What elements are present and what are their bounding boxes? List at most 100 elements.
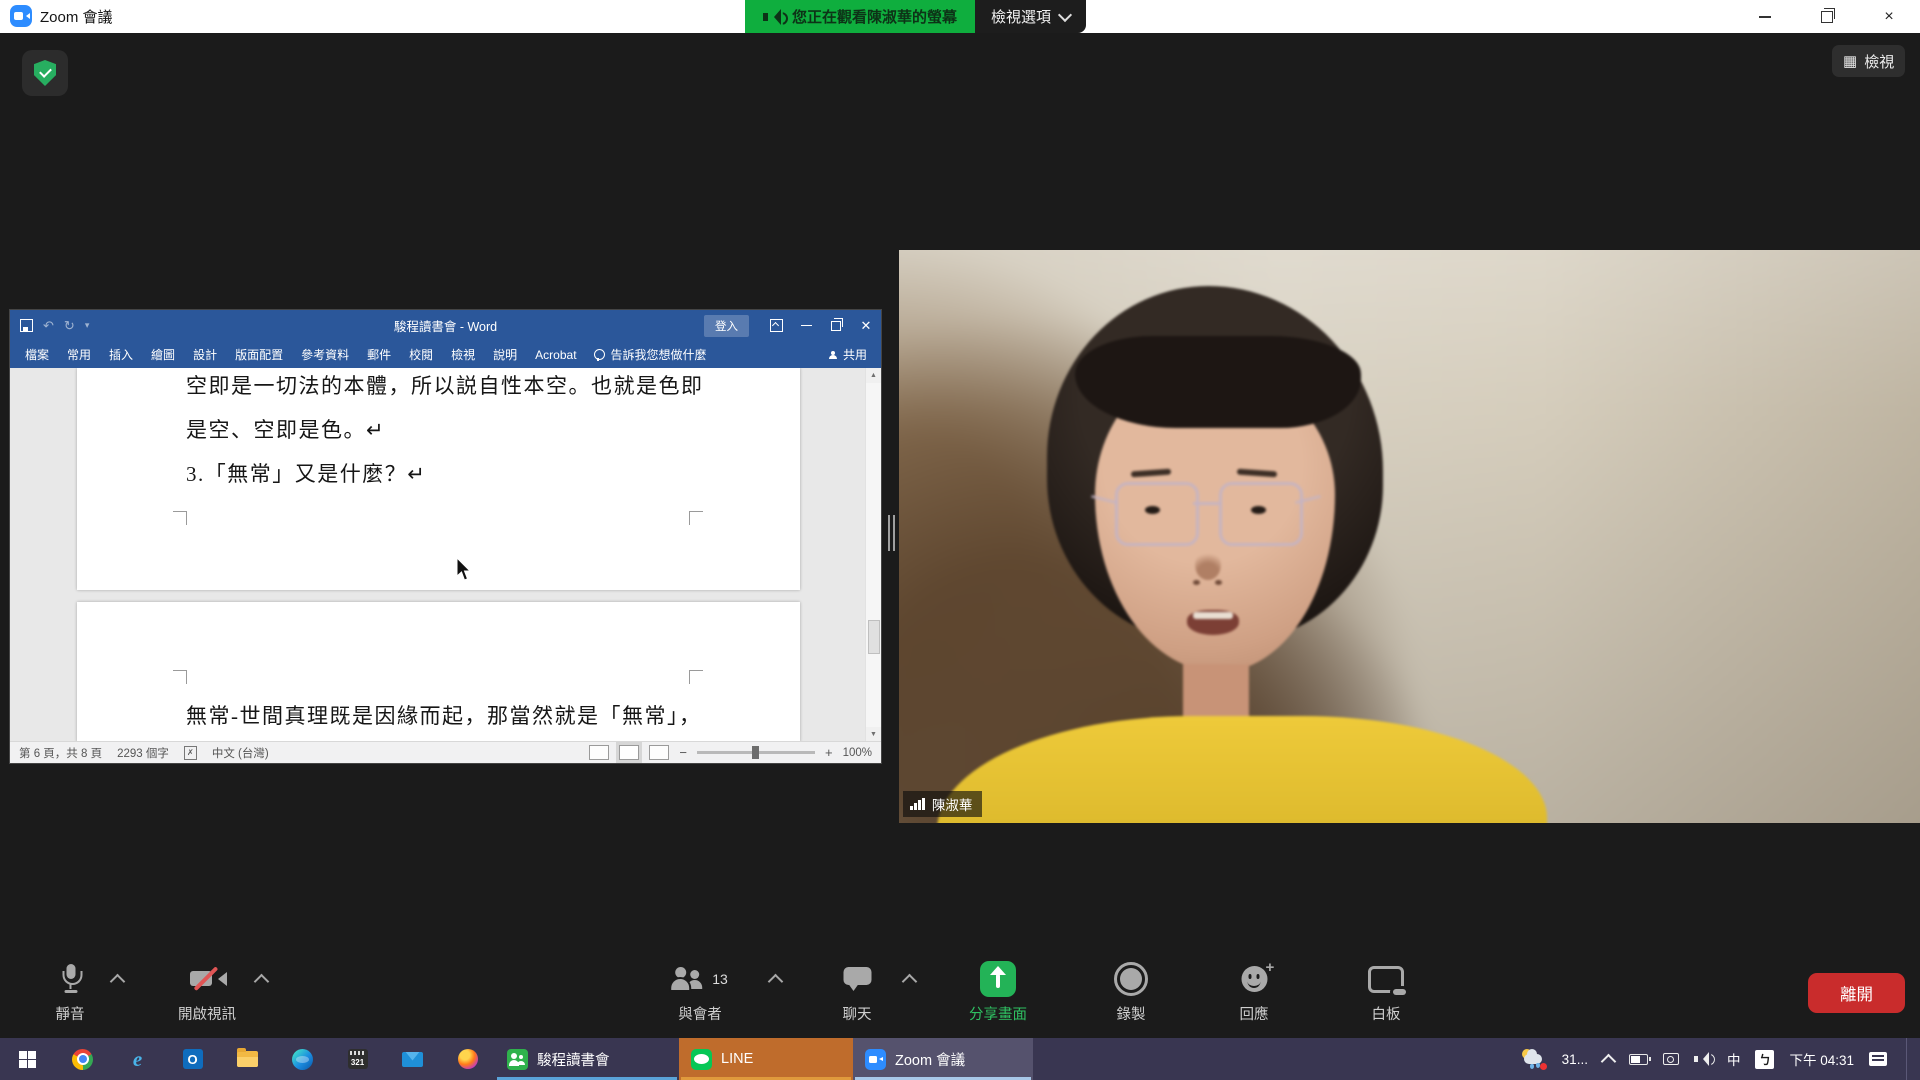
tab-home[interactable]: 常用: [58, 341, 100, 368]
taskbar-button-reading-group[interactable]: 駿程讀書會: [495, 1038, 679, 1080]
tab-file[interactable]: 檔案: [16, 341, 58, 368]
tab-references[interactable]: 參考資料: [292, 341, 358, 368]
read-mode-button[interactable]: [589, 745, 609, 760]
microphone-icon: [58, 964, 82, 994]
mute-button[interactable]: 靜音: [56, 962, 85, 1024]
mute-options-chevron[interactable]: [110, 974, 126, 990]
zoom-in-button[interactable]: +: [825, 745, 833, 760]
redo-icon[interactable]: ↻: [64, 318, 75, 334]
ribbon-display-icon: [770, 319, 783, 332]
taskbar-button-line[interactable]: LINE: [679, 1038, 853, 1080]
glasses-lens: [1219, 482, 1303, 546]
page-indicator[interactable]: 第 6 頁，共 8 頁: [19, 745, 102, 761]
zoom-level[interactable]: 100%: [843, 747, 872, 759]
tab-review[interactable]: 校閱: [400, 341, 442, 368]
video-options-chevron[interactable]: [254, 974, 270, 990]
taskbar-outlook[interactable]: O: [165, 1038, 220, 1080]
taskbar-paint3d[interactable]: [440, 1038, 495, 1080]
taskbar-file-explorer[interactable]: [220, 1038, 275, 1080]
scrollbar-thumb[interactable]: [868, 620, 880, 654]
zoom-out-button[interactable]: −: [679, 745, 687, 760]
print-layout-button[interactable]: [619, 745, 639, 760]
record-button[interactable]: 錄製: [1114, 962, 1148, 1024]
restore-button[interactable]: [1796, 0, 1858, 33]
glasses-lens: [1115, 482, 1199, 546]
word-minimize-icon: [801, 325, 812, 327]
tab-mailings[interactable]: 郵件: [358, 341, 400, 368]
ime-keyboard-indicator[interactable]: ㄅ: [1755, 1050, 1774, 1069]
language-indicator[interactable]: 中文 (台灣): [212, 745, 269, 761]
doc-line: 空即是一切法的本體，所以説自性本空。也就是色即: [186, 370, 704, 400]
person-icon: [829, 351, 837, 359]
word-close-button[interactable]: ✕: [851, 310, 881, 341]
minimize-button[interactable]: [1734, 0, 1796, 33]
word-minimize-button[interactable]: [791, 310, 821, 341]
participants-chevron[interactable]: [768, 974, 784, 990]
scroll-down-button[interactable]: ▼: [866, 727, 881, 742]
reactions-button[interactable]: + 回應: [1240, 962, 1269, 1024]
camera-in-use-icon[interactable]: [1663, 1053, 1679, 1065]
start-video-button[interactable]: 開啟視訊: [178, 962, 236, 1024]
taskbar-edge[interactable]: [275, 1038, 330, 1080]
mouth: [1187, 610, 1239, 635]
tell-me-box[interactable]: 告訴我您想做什麼: [586, 346, 715, 363]
word-restore-button[interactable]: [821, 310, 851, 341]
clock[interactable]: 下午 04:31: [1789, 1049, 1854, 1069]
meeting-security-badge[interactable]: [22, 50, 68, 96]
view-layout-button[interactable]: ▦ 檢視: [1832, 45, 1905, 77]
taskbar-internet-explorer[interactable]: e: [110, 1038, 165, 1080]
tab-design[interactable]: 設計: [184, 341, 226, 368]
leave-button[interactable]: 離開: [1808, 973, 1905, 1013]
doc-line: 3.「無常」又是什麼？↵: [186, 458, 426, 488]
taskbar-chrome[interactable]: [55, 1038, 110, 1080]
word-count[interactable]: 2293 個字: [117, 745, 169, 761]
share-screen-button[interactable]: 分享畫面: [969, 962, 1027, 1024]
proofing-icon[interactable]: ✗: [184, 746, 197, 760]
share-document-button[interactable]: 共用: [829, 346, 881, 363]
zoom-slider-thumb[interactable]: [752, 746, 759, 759]
taskbar-mail[interactable]: [385, 1038, 440, 1080]
view-options-button[interactable]: 檢視選項: [975, 0, 1086, 33]
tray-expand-chevron[interactable]: [1601, 1053, 1617, 1069]
vertical-scrollbar[interactable]: ▲ ▼: [865, 368, 881, 742]
qat-dropdown-icon[interactable]: ▾: [85, 320, 90, 331]
weather-icon[interactable]: [1521, 1048, 1547, 1070]
tab-insert[interactable]: 插入: [100, 341, 142, 368]
word-document-area[interactable]: 空即是一切法的本體，所以説自性本空。也就是色即 是空、空即是色。↵ 3.「無常」…: [10, 368, 881, 742]
sign-in-button[interactable]: 登入: [704, 315, 749, 337]
battery-icon[interactable]: [1629, 1054, 1648, 1065]
taskbar-media-player[interactable]: 321: [330, 1038, 385, 1080]
scroll-up-button[interactable]: ▲: [866, 368, 881, 383]
whiteboard-button[interactable]: 白板: [1368, 962, 1404, 1024]
weather-temp[interactable]: 31...: [1562, 1052, 1588, 1067]
show-desktop-button[interactable]: [1906, 1038, 1912, 1080]
volume-icon[interactable]: [1694, 1052, 1712, 1066]
action-center-icon[interactable]: [1869, 1052, 1887, 1066]
tab-help[interactable]: 說明: [484, 341, 526, 368]
save-icon[interactable]: [20, 319, 33, 332]
lightbulb-icon: [594, 349, 605, 360]
ribbon-options-button[interactable]: [761, 310, 791, 341]
undo-icon[interactable]: ↶: [43, 318, 54, 334]
participant-video[interactable]: 陳淑華: [899, 250, 1920, 823]
participants-count: 13: [712, 971, 728, 987]
tab-layout[interactable]: 版面配置: [226, 341, 292, 368]
ime-mode-indicator[interactable]: 中: [1727, 1049, 1741, 1069]
chat-chevron[interactable]: [902, 974, 918, 990]
tab-acrobat[interactable]: Acrobat: [526, 341, 585, 368]
taskbar-button-zoom[interactable]: Zoom 會議: [853, 1038, 1033, 1080]
tab-view[interactable]: 檢視: [442, 341, 484, 368]
participants-icon: [672, 966, 706, 993]
tab-draw[interactable]: 繪圖: [142, 341, 184, 368]
participants-button[interactable]: 13 與會者: [672, 962, 728, 1024]
panel-resize-handle[interactable]: [888, 515, 895, 551]
tell-me-label: 告訴我您想做什麼: [611, 346, 707, 363]
start-button[interactable]: [0, 1038, 55, 1080]
chat-button[interactable]: 聊天: [843, 962, 872, 1024]
text-boundary-mark: [173, 511, 187, 525]
web-layout-button[interactable]: [649, 745, 669, 760]
close-button[interactable]: ×: [1858, 0, 1920, 33]
participants-label: 與會者: [678, 1003, 722, 1024]
speaker-icon: [763, 9, 783, 25]
zoom-slider[interactable]: [697, 751, 815, 754]
